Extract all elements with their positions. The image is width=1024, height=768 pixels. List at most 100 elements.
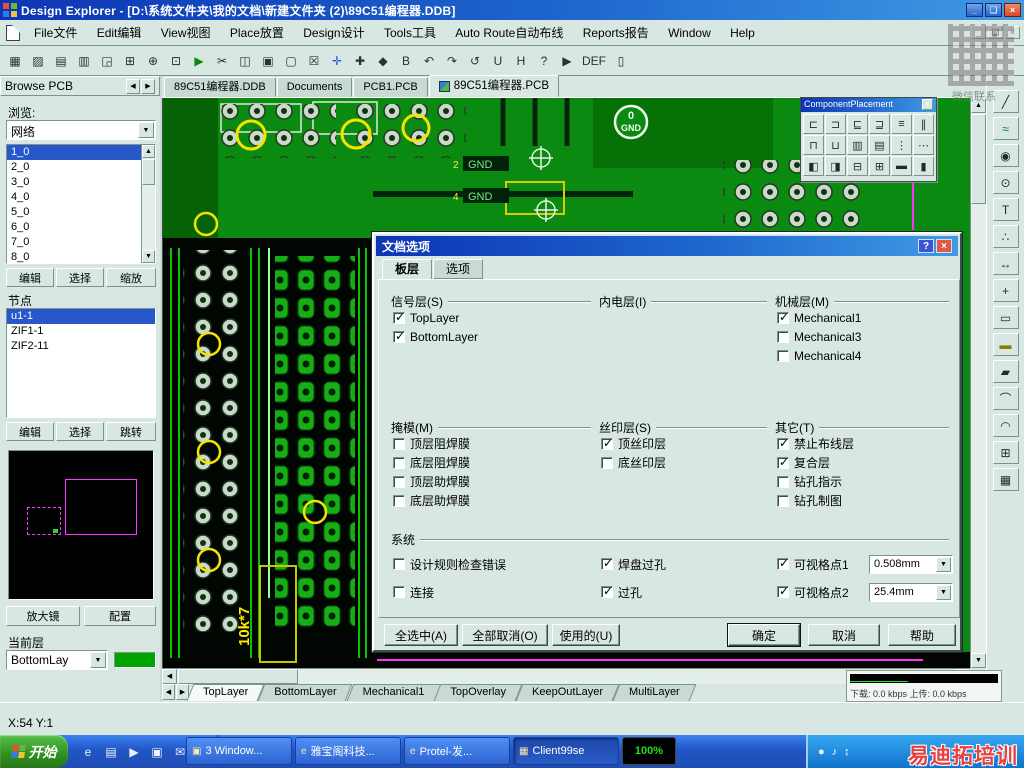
net-list-item[interactable]: 8_0 (7, 250, 141, 263)
document-tab[interactable]: 89C51编程器.PCB (428, 75, 559, 97)
toolbar-button[interactable]: ✂ (211, 49, 233, 72)
toolbar-button[interactable]: U (487, 49, 509, 72)
placement-tool-button[interactable]: + (992, 279, 1019, 302)
checkbox-box[interactable] (393, 456, 405, 469)
checkbox-box[interactable] (601, 584, 613, 598)
scrollbar-thumb[interactable] (142, 159, 155, 185)
toolbar-button[interactable]: ◲ (96, 49, 118, 72)
taskbar-task-button[interactable]: 100% (622, 737, 676, 765)
placement-tool-button[interactable]: ⊞ (992, 441, 1019, 464)
node-list[interactable]: u1-1 ZIF1-1 ZIF2-11 (6, 308, 156, 418)
other-checkbox[interactable]: 钻孔指示 (775, 472, 949, 491)
chevron-down-icon[interactable]: ▼ (90, 652, 106, 668)
component-placement-palette[interactable]: ComponentPlacement × ⊏ ⊐ ⊑ ⊒ ≡ ∥ ⊓ ⊔ ▥ ▤… (800, 97, 937, 182)
layer-checkbox[interactable]: Mechanical3 (775, 327, 949, 346)
checkbox-box[interactable] (393, 310, 405, 324)
dialog-close-button[interactable]: × (936, 239, 952, 253)
panel-scroll-right-icon[interactable]: ▶ (141, 78, 155, 94)
placement-tool-button[interactable]: ≈ (992, 117, 1019, 140)
checkbox-box[interactable] (393, 437, 405, 450)
board-minimap[interactable] (8, 450, 154, 600)
checkbox-box[interactable] (777, 330, 789, 343)
menu-item[interactable]: Tools工具 (376, 24, 444, 42)
document-icon[interactable] (6, 24, 20, 41)
checkbox-box[interactable] (777, 455, 789, 469)
quick-launch-icon[interactable]: ▣ (149, 745, 165, 759)
toolbar-button[interactable]: ▤ (50, 49, 72, 72)
net-list-item[interactable]: 1_0 (7, 145, 141, 160)
editor-vertical-scrollbar[interactable]: ▲ ▼ (970, 98, 986, 668)
tab-board-layers[interactable]: 板层 (382, 259, 433, 280)
menu-item[interactable]: Edit编辑 (89, 24, 150, 42)
node-list-item[interactable]: u1-1 (7, 309, 155, 324)
scroll-left-icon[interactable]: ◀ (162, 669, 177, 684)
tray-icon[interactable]: ↕ (844, 746, 850, 758)
toolbar-button[interactable]: ◫ (234, 49, 256, 72)
placement-tool-button[interactable]: ∴ (992, 225, 1019, 248)
menu-item[interactable]: Auto Route自动布线 (447, 24, 571, 42)
menu-item[interactable]: Design设计 (295, 24, 372, 42)
placement-align-button[interactable]: ▥ (847, 135, 868, 155)
restore-button[interactable]: ❏ (985, 3, 1002, 17)
dialog-help-button[interactable]: ? (918, 239, 934, 253)
layer-tab[interactable]: MultiLayer (616, 684, 693, 701)
cancel-button[interactable]: 取消 (808, 624, 880, 646)
placement-align-button[interactable]: ⋯ (913, 135, 934, 155)
checkbox-box[interactable] (393, 329, 405, 343)
system-checkbox[interactable]: 设计规则检查错误 (391, 550, 591, 578)
toolbar-button[interactable]: ⊡ (165, 49, 187, 72)
quick-launch-icon[interactable]: ▶ (126, 745, 142, 759)
other-checkbox[interactable]: 钻孔制图 (775, 491, 949, 510)
toolbar-button[interactable]: ☒ (303, 49, 325, 72)
checkbox-box[interactable] (601, 436, 613, 450)
browse-mode-combo[interactable]: 网络 ▼ (6, 120, 156, 140)
placement-align-button[interactable]: ⊔ (825, 135, 846, 155)
document-tab[interactable]: Documents (276, 77, 353, 97)
toolbar-button[interactable]: ⊕ (142, 49, 164, 72)
document-tab[interactable]: 89C51编程器.DDB (164, 77, 276, 97)
placement-align-button[interactable]: ⋮ (891, 135, 912, 155)
checkbox-box[interactable] (393, 558, 405, 570)
toolbar-button[interactable]: ✚ (349, 49, 371, 72)
scroll-up-icon[interactable]: ▲ (142, 145, 155, 158)
placement-align-button[interactable]: ∥ (913, 114, 934, 134)
system-checkbox[interactable]: 过孔 (599, 578, 767, 606)
panel-scroll-left-icon[interactable]: ◀ (126, 78, 140, 94)
toolbar-button[interactable]: ▦ (4, 49, 26, 72)
toolbar-button[interactable]: ▶ (188, 49, 210, 72)
layer-color-swatch[interactable] (114, 652, 156, 668)
toolbar-button[interactable]: ▢ (280, 49, 302, 72)
toolbar-button[interactable]: ⊞ (119, 49, 141, 72)
placement-align-button[interactable]: ≡ (891, 114, 912, 134)
placement-align-button[interactable]: ⊏ (803, 114, 824, 134)
placement-tool-button[interactable]: ⌒ (992, 387, 1019, 410)
system-checkbox[interactable]: 连接 (391, 578, 591, 606)
checkbox-box[interactable] (777, 584, 789, 598)
mask-checkbox[interactable]: 底层助焊膜 (391, 491, 591, 510)
node-jump-button[interactable]: 跳转 (106, 422, 156, 441)
title-bar[interactable]: Design Explorer - [D:\系统文件夹\我的文档\新建文件夹 (… (0, 0, 1024, 20)
taskbar-task-button[interactable]: e 雅宝阁科技... (295, 737, 401, 765)
scroll-down-icon[interactable]: ▼ (971, 653, 986, 668)
toolbar-button[interactable]: DEF (579, 49, 609, 72)
menu-item[interactable]: Help (722, 24, 763, 42)
layer-tab[interactable]: Mechanical1 (350, 684, 438, 701)
ok-button[interactable]: 确定 (727, 623, 801, 647)
net-list-item[interactable]: 7_0 (7, 235, 141, 250)
checkbox-box[interactable] (777, 349, 789, 362)
net-list-scrollbar[interactable]: ▲ ▼ (141, 145, 155, 263)
chevron-down-icon[interactable]: ▼ (138, 122, 154, 138)
close-button[interactable]: × (1004, 3, 1021, 17)
browse-pcb-tab[interactable]: Browse PCB ◀ ▶ (0, 76, 160, 96)
placement-align-button[interactable]: ⊑ (847, 114, 868, 134)
other-checkbox[interactable]: 禁止布线层 (775, 434, 949, 453)
system-checkbox[interactable]: 焊盘过孔 (599, 550, 767, 578)
placement-align-button[interactable]: ▮ (913, 156, 934, 176)
toolbar-button[interactable]: ✛ (326, 49, 348, 72)
placement-align-button[interactable]: ▤ (869, 135, 890, 155)
visible-grid-checkbox[interactable]: 可视格点2 (775, 583, 849, 602)
checkbox-box[interactable] (777, 310, 789, 324)
checkbox-box[interactable] (601, 556, 613, 570)
checkbox-box[interactable] (777, 556, 789, 570)
taskbar-task-button[interactable]: ▦ Client99se (513, 737, 619, 765)
